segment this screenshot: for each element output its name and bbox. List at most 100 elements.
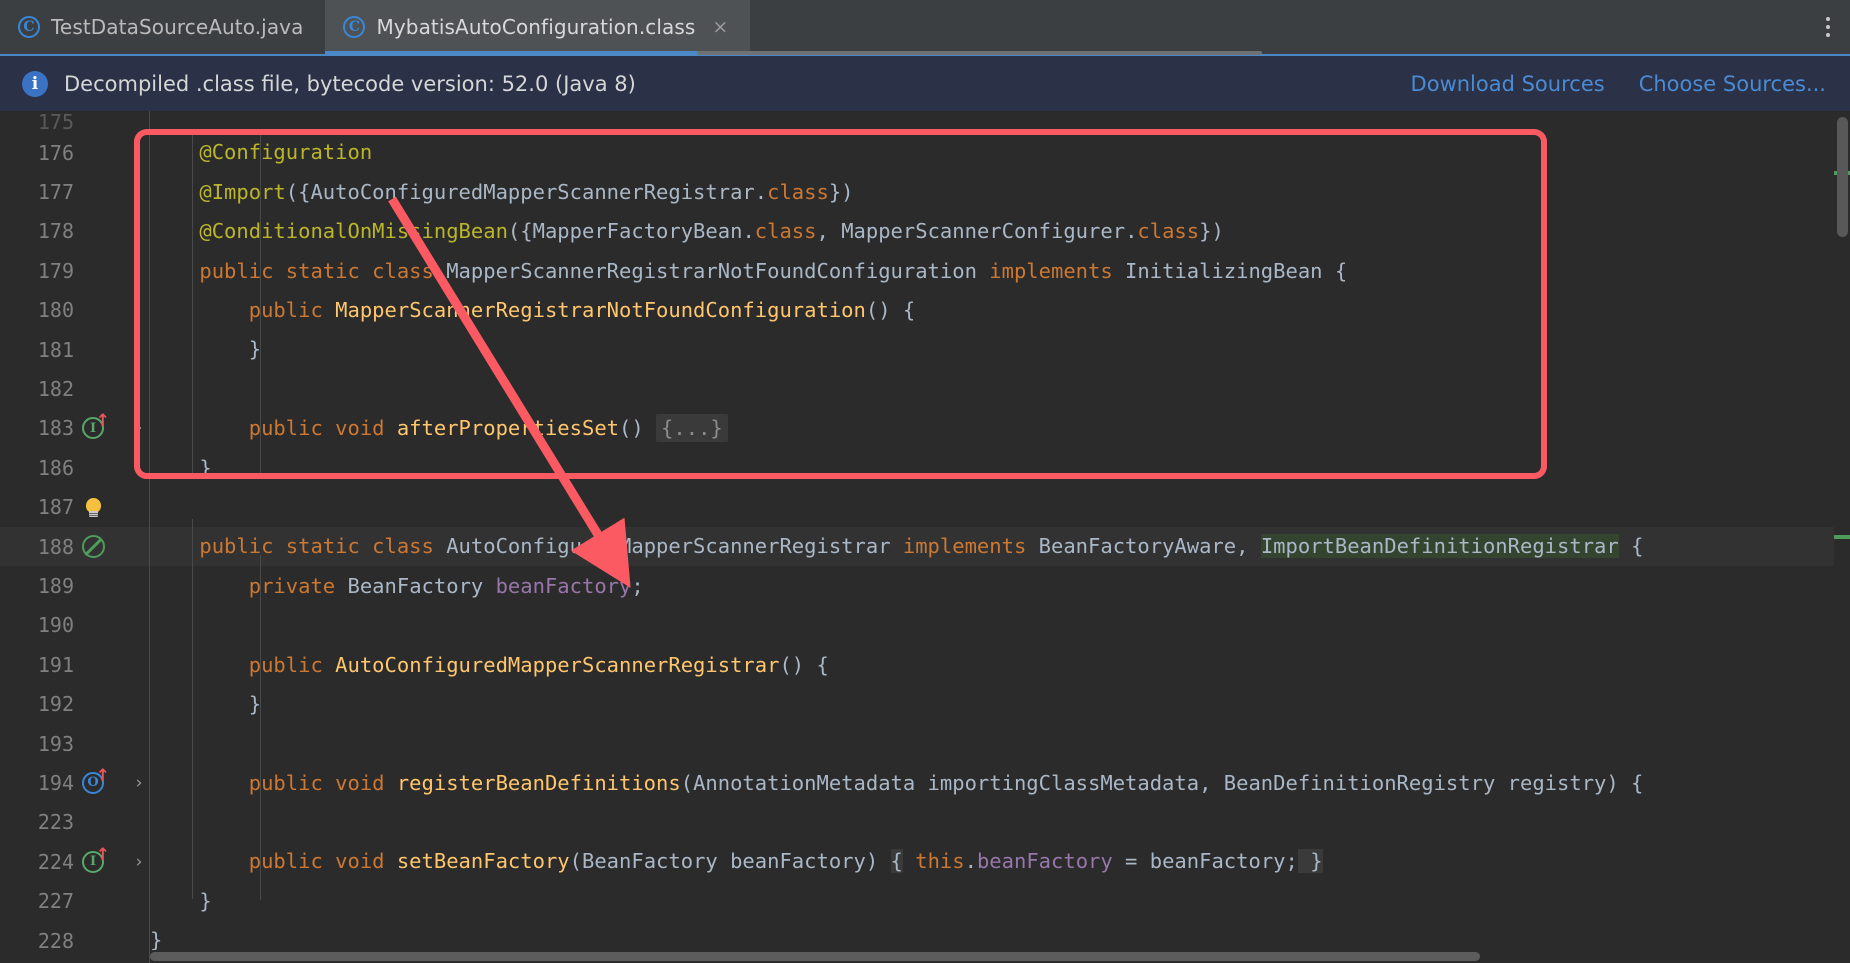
code-line-189[interactable]: 189 private BeanFactory beanFactory; — [0, 566, 1850, 605]
code-token: beanFactory — [976, 849, 1113, 874]
fold-expand-arrow-icon[interactable]: › — [128, 773, 150, 793]
fold-expand-arrow-icon[interactable]: › — [128, 852, 150, 872]
gutter[interactable]: 179 — [0, 251, 150, 290]
horizontal-scrollbar-thumb[interactable] — [150, 952, 1480, 961]
code-line-181[interactable]: 181 } — [0, 330, 1850, 369]
code-line-179[interactable]: 179 public static class MapperScannerReg… — [0, 251, 1850, 290]
vertical-scrollbar-thumb[interactable] — [1837, 117, 1848, 237]
code-token: . — [964, 849, 977, 874]
code-line-182[interactable]: 182 — [0, 369, 1850, 408]
code-lines-container[interactable]: 175 176 @Configuration 177 @Import({AutoCo… — [0, 111, 1850, 963]
gutter[interactable]: 188 — [0, 527, 150, 566]
code-token: . — [1125, 219, 1138, 244]
code-text[interactable]: } — [150, 888, 212, 913]
code-token: BeanFactoryAware, — [1038, 534, 1261, 559]
download-sources-link[interactable]: Download Sources — [1411, 72, 1605, 96]
code-line-190[interactable]: 190 — [0, 606, 1850, 645]
code-line-191[interactable]: 191 public AutoConfiguredMapperScannerRe… — [0, 645, 1850, 684]
code-token: class — [767, 179, 829, 204]
more-options-icon[interactable] — [1806, 0, 1850, 54]
code-text[interactable]: public static class AutoConfiguredMapper… — [150, 534, 1643, 559]
code-token: . — [742, 219, 755, 244]
implementing-method-icon[interactable]: I ↑ — [80, 846, 110, 875]
code-line-223[interactable]: 223 — [0, 803, 1850, 842]
code-line-183[interactable]: 183 I ↑ › public void afterPropertiesSet() … — [0, 409, 1850, 448]
fold-expand-arrow-icon[interactable]: › — [128, 418, 150, 438]
code-text[interactable]: @Configuration — [150, 142, 372, 163]
gutter[interactable]: 227 — [0, 881, 150, 920]
gutter[interactable]: 193 — [0, 724, 150, 763]
code-token: = beanFactory — [1112, 849, 1286, 874]
close-icon[interactable]: × — [712, 17, 728, 37]
code-token: AutoConfiguredMapperScannerRegistrar — [335, 652, 780, 677]
code-editor[interactable]: 175 176 @Configuration 177 @Import({AutoCo… — [0, 111, 1850, 963]
code-token: @Configuration — [150, 140, 373, 165]
line-number: 224 — [37, 849, 74, 874]
line-number: 191 — [37, 652, 74, 677]
code-line-177[interactable]: 177 @Import({AutoConfiguredMapperScanner… — [0, 172, 1850, 211]
code-text[interactable]: public AutoConfiguredMapperScannerRegist… — [150, 652, 829, 677]
code-text[interactable]: public void afterPropertiesSet() {...} — [150, 414, 728, 443]
code-line-224[interactable]: 224 I ↑ › public void setBeanFactory(BeanFa… — [0, 842, 1850, 881]
gutter[interactable]: 182 — [0, 369, 150, 408]
horizontal-scrollbar[interactable] — [150, 950, 1832, 963]
gutter[interactable]: 187 — [0, 488, 150, 527]
line-number: 190 — [37, 613, 74, 638]
gutter[interactable]: 186 — [0, 448, 150, 487]
code-token: } — [1297, 849, 1323, 874]
code-line-188[interactable]: 188 public static class AutoConfiguredMa… — [0, 526, 1850, 567]
line-number: 192 — [37, 692, 74, 717]
code-text[interactable]: @ConditionalOnMissingBean({MapperFactory… — [150, 219, 1224, 244]
code-line-186[interactable]: 186 } — [0, 448, 1850, 487]
gutter[interactable]: 178 — [0, 212, 150, 251]
code-line-180[interactable]: 180 public MapperScannerRegistrarNotFoun… — [0, 291, 1850, 330]
gutter[interactable]: 194 O ↑ › — [0, 763, 150, 802]
code-line-175[interactable]: 175 — [0, 111, 1850, 134]
gutter[interactable]: 228 — [0, 921, 150, 960]
code-text[interactable]: private BeanFactory beanFactory; — [150, 575, 644, 597]
code-token: }) — [1199, 219, 1224, 244]
code-text[interactable]: public void setBeanFactory(BeanFactory b… — [150, 849, 1323, 874]
code-token: MapperScannerRegistrarNotFoundConfigurat… — [446, 258, 990, 283]
code-line-227[interactable]: 227 } — [0, 881, 1850, 920]
code-text[interactable]: public static class MapperScannerRegistr… — [150, 258, 1347, 283]
code-text[interactable]: @Import({AutoConfiguredMapperScannerRegi… — [150, 179, 853, 204]
code-line-176[interactable]: 176 @Configuration — [0, 133, 1850, 172]
gutter[interactable]: 176 — [0, 133, 150, 172]
code-text[interactable]: } — [150, 694, 261, 715]
suppress-inspection-icon[interactable] — [80, 534, 106, 560]
gutter[interactable]: 189 — [0, 566, 150, 605]
gutter[interactable]: 183 I ↑ › — [0, 409, 150, 448]
gutter[interactable]: 191 — [0, 645, 150, 684]
gutter[interactable]: 177 — [0, 172, 150, 211]
code-text[interactable]: public void registerBeanDefinitions(Anno… — [150, 770, 1644, 795]
marker-stripe[interactable] — [1834, 535, 1850, 539]
code-token: public void — [150, 416, 397, 441]
code-token: } — [150, 888, 212, 913]
implementing-method-icon[interactable]: I ↑ — [80, 413, 110, 441]
code-line-193[interactable]: 193 — [0, 724, 1850, 763]
code-text[interactable]: } — [150, 930, 162, 951]
gutter[interactable]: 181 — [0, 330, 150, 369]
gutter[interactable]: 190 — [0, 606, 150, 645]
code-text[interactable]: } — [150, 457, 211, 479]
intention-bulb-icon[interactable] — [80, 494, 106, 520]
code-line-194[interactable]: 194 O ↑ › public void registerBeanDefinitio… — [0, 763, 1850, 802]
gutter[interactable]: 223 — [0, 803, 150, 842]
code-line-178[interactable]: 178 @ConditionalOnMissingBean({MapperFac… — [0, 212, 1850, 251]
code-line-192[interactable]: 192 } — [0, 684, 1850, 723]
overriding-method-icon[interactable]: O ↑ — [80, 767, 110, 796]
marker-bar[interactable] — [1834, 111, 1850, 963]
tab-MybatisAutoConfiguration-class[interactable]: C MybatisAutoConfiguration.class × — [325, 0, 751, 54]
choose-sources-link[interactable]: Choose Sources... — [1639, 72, 1826, 96]
code-token: ( — [680, 770, 694, 795]
tab-TestDataSourceAuto-java[interactable]: C TestDataSourceAuto.java — [0, 0, 326, 54]
line-number: 188 — [37, 534, 74, 559]
gutter[interactable]: 175 — [0, 111, 150, 134]
gutter[interactable]: 192 — [0, 684, 150, 723]
code-text[interactable]: } — [150, 339, 261, 360]
code-line-187[interactable]: 187 — [0, 488, 1850, 527]
gutter[interactable]: 224 I ↑ › — [0, 842, 150, 881]
code-text[interactable]: public MapperScannerRegistrarNotFoundCon… — [150, 300, 916, 321]
gutter[interactable]: 180 — [0, 291, 150, 330]
